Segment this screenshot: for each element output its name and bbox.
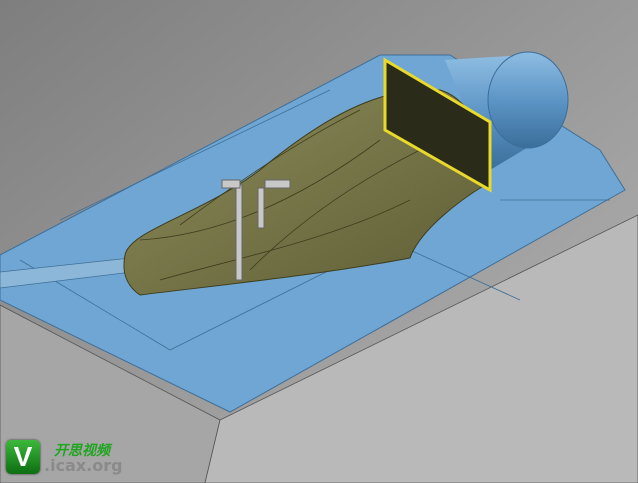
watermark-logo: V: [6, 440, 40, 474]
cad-viewport[interactable]: [0, 0, 638, 483]
watermark-brand-url: .icax.org: [44, 456, 123, 475]
